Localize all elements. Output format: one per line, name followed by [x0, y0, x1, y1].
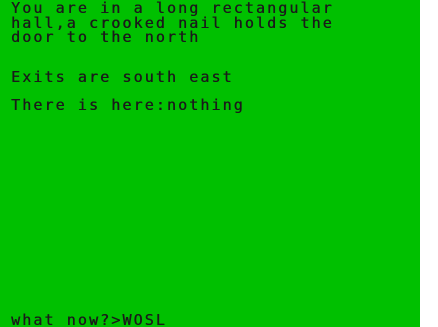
command-input[interactable]: WOSL: [122, 311, 167, 327]
room-description-line-3: door to the north: [11, 28, 201, 46]
room-contents-text: There is here:nothing: [11, 96, 245, 114]
exits-text: Exits are south east: [11, 68, 234, 86]
command-prompt[interactable]: what now?>WOSL: [11, 311, 167, 327]
game-screen: You are in a long rectangular hall,a cro…: [0, 0, 420, 327]
prompt-label: what now?>: [11, 311, 123, 327]
room-description-line-1: You are in a long rectangular: [11, 0, 334, 17]
